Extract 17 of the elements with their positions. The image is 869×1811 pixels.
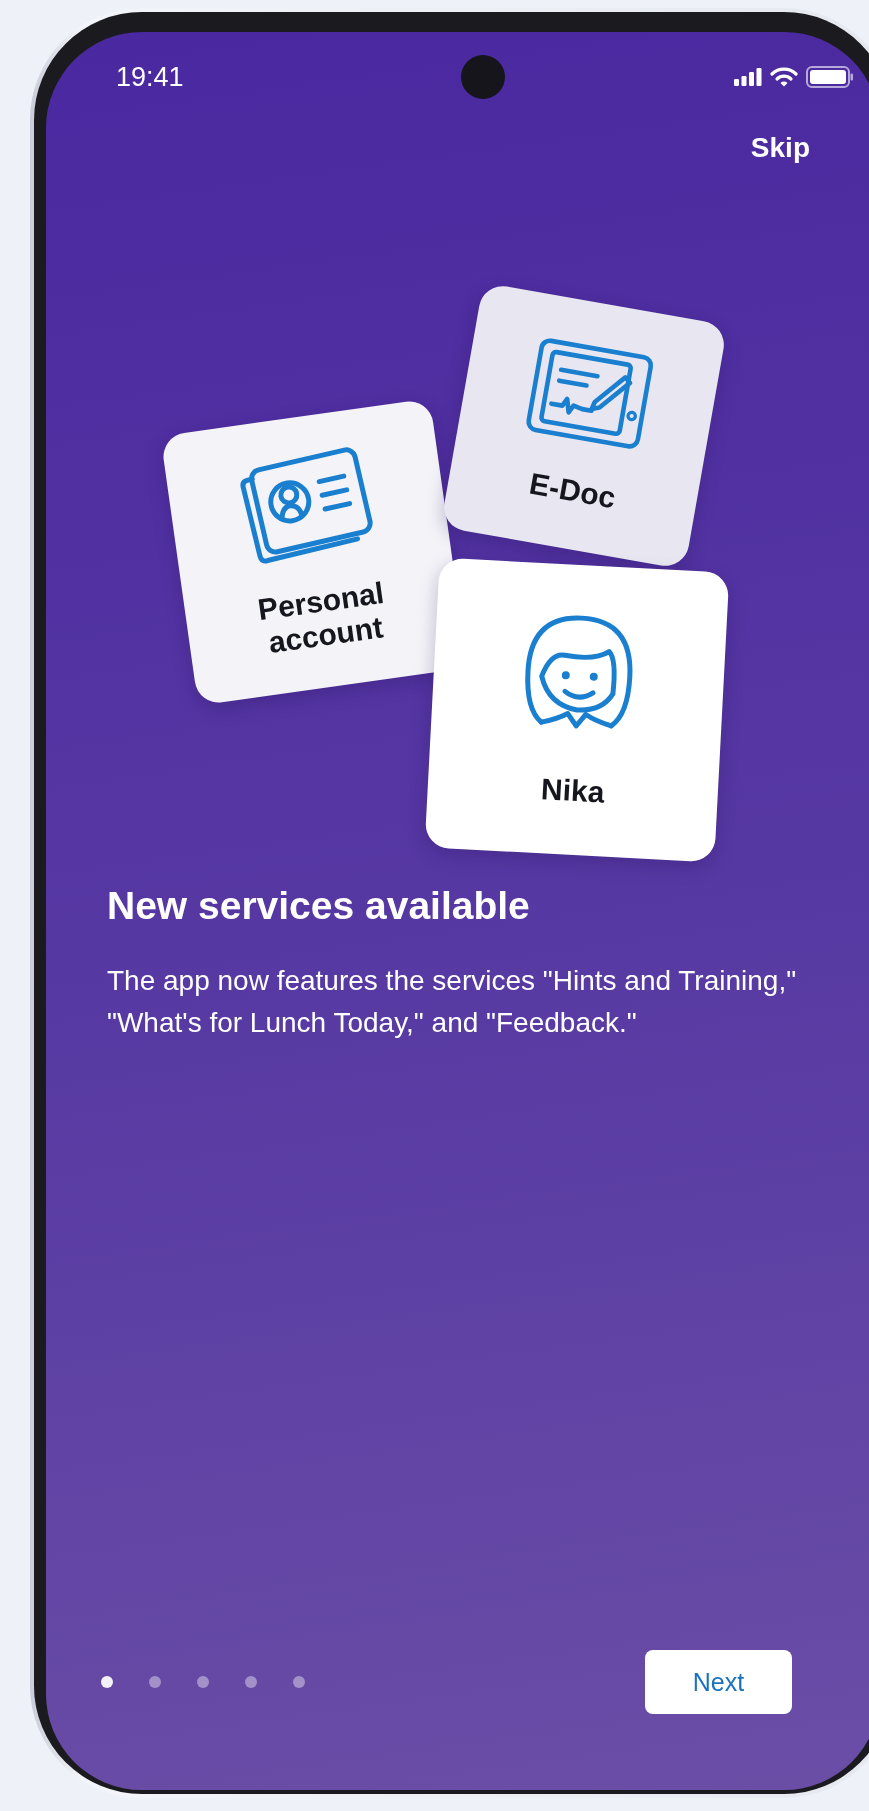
page-indicator-dot[interactable] <box>245 1676 257 1688</box>
page-indicator-dot[interactable] <box>149 1676 161 1688</box>
camera-dot <box>461 55 505 99</box>
skip-button[interactable]: Skip <box>750 126 810 170</box>
signal-icon <box>734 68 762 86</box>
next-button[interactable]: Next <box>645 1650 792 1714</box>
page-indicator-dot[interactable] <box>101 1676 113 1688</box>
service-label: E-Doc <box>526 465 620 517</box>
page-indicator-dot[interactable] <box>197 1676 209 1688</box>
onboarding-description: The app now features the services "Hints and Training," "What's for Lunch Today," and "Feedback." <box>107 964 798 1040</box>
wifi-icon <box>770 67 798 87</box>
onboarding-title: New services available <box>107 883 531 929</box>
status-time: 19:41 <box>116 61 185 93</box>
service-label: Personal account <box>254 574 387 662</box>
service-label: Nika <box>539 771 607 811</box>
page-indicator-dot[interactable] <box>293 1676 305 1688</box>
battery-icon <box>806 66 854 88</box>
